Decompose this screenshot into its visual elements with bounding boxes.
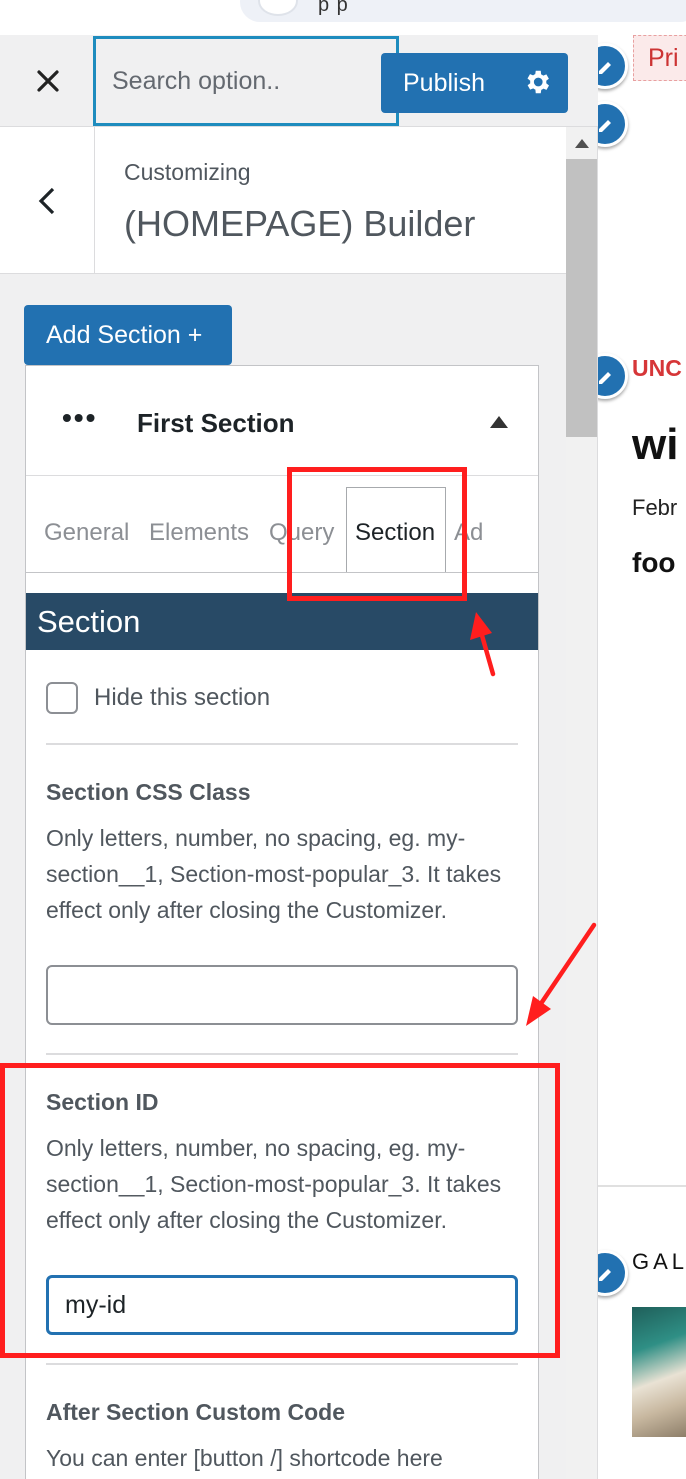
highlight-box-section-id: [0, 1063, 560, 1358]
divider: [46, 1053, 518, 1055]
publish-label: Publish: [403, 68, 485, 97]
close-icon: [36, 70, 59, 92]
divider: [46, 1363, 518, 1365]
close-button[interactable]: [0, 35, 95, 127]
back-button[interactable]: [0, 127, 95, 274]
edit-shortcut-icon[interactable]: [598, 43, 628, 89]
customizing-label: Customizing: [124, 159, 251, 185]
post-date: Febr: [632, 495, 678, 520]
scroll-up-arrow-icon[interactable]: [566, 127, 597, 159]
hide-section-row[interactable]: Hide this section: [46, 682, 270, 714]
chevron-left-icon: [38, 187, 55, 214]
after-code-title: After Section Custom Code: [46, 1399, 346, 1425]
collapse-arrow-icon[interactable]: [490, 416, 508, 428]
live-preview: Pri UNC wi Febr foo GAL: [598, 35, 686, 1479]
section-title-bar: Customizing (HOMEPAGE) Builder: [0, 127, 566, 274]
hide-section-checkbox[interactable]: [46, 682, 78, 714]
more-options-icon[interactable]: •••: [62, 402, 97, 434]
search-input[interactable]: [96, 39, 396, 123]
edit-shortcut-icon[interactable]: [598, 353, 628, 399]
css-class-description: Only letters, number, no spacing, eg. my…: [46, 825, 502, 923]
section-heading: Section: [26, 593, 538, 650]
tab-elements[interactable]: Elements: [149, 519, 249, 547]
address-bar[interactable]: [240, 0, 686, 22]
gallery-image[interactable]: [632, 1307, 686, 1437]
customizer-header: Publish: [0, 35, 598, 127]
highlight-box-section-tab: [287, 467, 467, 601]
search-box: [93, 36, 399, 126]
post-category[interactable]: UNC: [632, 355, 682, 382]
page-title: (HOMEPAGE) Builder: [124, 203, 476, 244]
after-code-description: You can enter [button /] shortcode here: [46, 1445, 443, 1471]
preview-notice: Pri: [633, 35, 686, 81]
scrollbar-thumb[interactable]: [566, 159, 597, 437]
tab-general[interactable]: General: [44, 519, 129, 547]
css-class-input[interactable]: [46, 965, 518, 1025]
post-title[interactable]: wi: [632, 420, 678, 470]
browser-toolbar: p p: [0, 0, 686, 35]
divider: [46, 743, 518, 745]
section-name: First Section: [137, 408, 295, 438]
divider: [598, 1185, 686, 1187]
gear-icon[interactable]: [522, 67, 552, 97]
edit-shortcut-icon[interactable]: [598, 101, 628, 147]
panel-scrollbar[interactable]: [566, 127, 597, 1479]
address-text: p p: [318, 0, 349, 16]
section-card-header[interactable]: ••• First Section: [26, 366, 538, 476]
add-section-button[interactable]: Add Section +: [24, 305, 232, 365]
post-excerpt: foo: [632, 547, 676, 578]
css-class-title: Section CSS Class: [46, 779, 251, 805]
gallery-heading: GAL: [632, 1249, 686, 1274]
edit-shortcut-icon[interactable]: [598, 1250, 628, 1296]
publish-button[interactable]: Publish: [381, 53, 568, 113]
hide-section-label: Hide this section: [94, 684, 271, 711]
